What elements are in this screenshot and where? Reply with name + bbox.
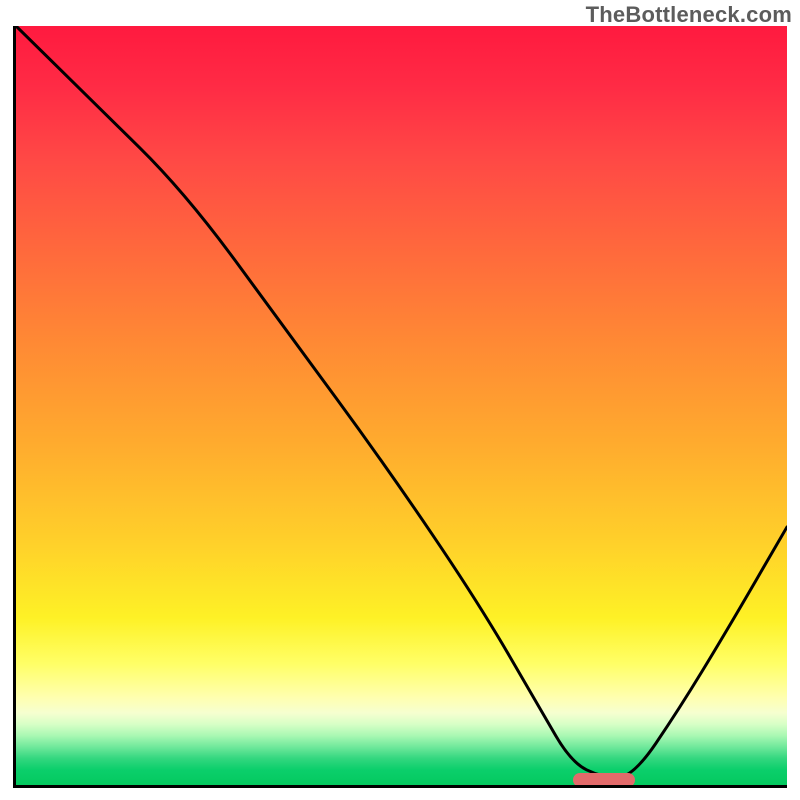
optimal-marker bbox=[573, 773, 635, 787]
plot-area bbox=[13, 26, 787, 788]
chart-container: TheBottleneck.com bbox=[0, 0, 800, 800]
watermark-text: TheBottleneck.com bbox=[586, 2, 792, 28]
bottleneck-curve bbox=[16, 26, 787, 777]
curve-layer bbox=[16, 26, 787, 785]
